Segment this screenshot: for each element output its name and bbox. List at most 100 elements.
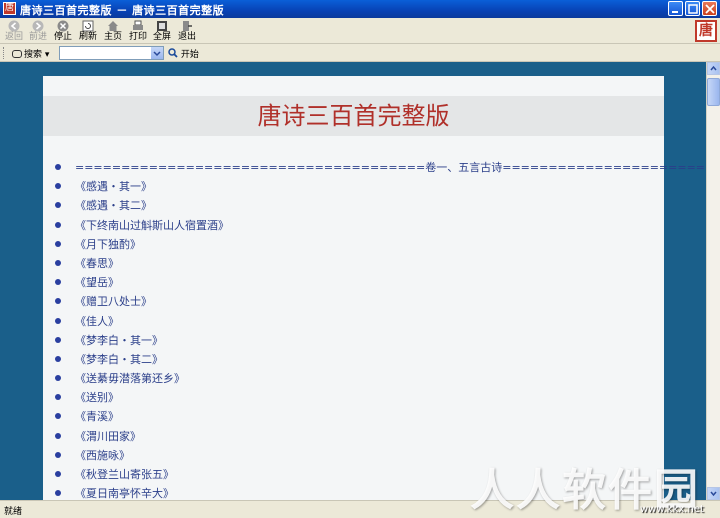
maximize-button[interactable] (685, 1, 700, 16)
minimize-button[interactable] (668, 1, 683, 16)
close-icon (705, 4, 715, 14)
poem-link[interactable]: 《感遇・其二》 (55, 196, 706, 215)
forward-button[interactable]: 前进 (26, 19, 50, 43)
content-area: 唐诗三百首完整版 ===============================… (0, 62, 706, 500)
poem-link[interactable]: 《赠卫八处士》 (55, 292, 706, 311)
binoculars-icon (12, 50, 22, 58)
poem-link[interactable]: 《下终南山过斛斯山人宿置酒》 (55, 216, 706, 235)
home-button[interactable]: 主页 (101, 19, 125, 43)
poem-link[interactable]: 《青溪》 (55, 407, 706, 426)
bullet-icon (55, 336, 61, 343)
poem-link[interactable]: 《望岳》 (55, 273, 706, 292)
scroll-thumb[interactable] (707, 78, 720, 106)
refresh-icon (82, 20, 94, 32)
back-arrow-icon (8, 20, 20, 32)
poem-link[interactable]: 《感遇・其一》 (55, 177, 706, 196)
search-input[interactable] (59, 46, 164, 60)
bullet-icon (55, 164, 61, 170)
bullet-icon (55, 471, 61, 477)
poem-link[interactable]: 《佳人》 (55, 312, 706, 331)
poem-title[interactable]: 《夏日南亭怀辛大》 (75, 487, 174, 500)
bullet-icon (55, 183, 61, 190)
poem-title[interactable]: 《渭川田家》 (75, 430, 141, 443)
section-header: ======================================卷一… (55, 158, 706, 177)
poem-link[interactable]: 《送綦毋潜落第还乡》 (55, 369, 706, 388)
poem-title[interactable]: 《赠卫八处士》 (75, 295, 152, 308)
bullet-icon (55, 413, 61, 420)
poem-title[interactable]: 《感遇・其二》 (75, 199, 152, 212)
page-title: 唐诗三百首完整版 (257, 102, 450, 130)
toolbar: 返回 前进 停止 刷新 主页 打印 全屏 退出 唐 (0, 18, 720, 44)
document-page: 唐诗三百首完整版 ===============================… (43, 76, 706, 500)
back-button[interactable]: 返回 (2, 19, 26, 43)
poem-title[interactable]: 《秋登兰山寄张五》 (75, 468, 174, 481)
search-icon (168, 48, 178, 58)
bullet-icon (55, 221, 61, 228)
bullet-icon (55, 259, 61, 266)
search-go-button[interactable]: 开始 (168, 47, 199, 60)
bullet-icon (55, 432, 61, 439)
poem-link[interactable]: 《月下独酌》 (55, 235, 706, 254)
fullscreen-button[interactable]: 全屏 (150, 19, 174, 43)
poem-link[interactable]: 《梦李白・其二》 (55, 350, 706, 369)
bullet-icon (55, 202, 61, 209)
status-text: 就绪 (4, 507, 23, 517)
print-icon (133, 20, 143, 30)
chevron-up-icon (710, 65, 717, 71)
poem-title[interactable]: 《送綦毋潜落第还乡》 (75, 372, 185, 385)
poem-title[interactable]: 《送别》 (75, 391, 119, 404)
home-icon (108, 21, 118, 31)
poem-title[interactable]: 《月下独酌》 (75, 238, 141, 251)
poem-link[interactable]: 《春思》 (55, 254, 706, 273)
minimize-icon (672, 11, 678, 13)
stop-label: 停止 (53, 32, 72, 42)
search-bar: 搜索 ▾ 开始 (0, 45, 720, 62)
bullet-icon (55, 355, 61, 362)
poem-link[interactable]: 《梦李白・其一》 (55, 331, 706, 350)
chevron-down-icon (710, 491, 717, 497)
search-go-label: 开始 (180, 50, 199, 60)
exit-icon (183, 21, 192, 31)
chevron-down-icon[interactable] (151, 47, 163, 59)
poem-title[interactable]: 《梦李白・其一》 (75, 334, 163, 347)
brand-logo: 唐 (695, 20, 717, 42)
search-label: 搜索 (24, 50, 43, 60)
toolbar-grip[interactable] (3, 47, 5, 59)
bullet-icon (55, 490, 61, 497)
poem-link[interactable]: 《送别》 (55, 388, 706, 407)
poem-title[interactable]: 《西施咏》 (75, 449, 130, 462)
refresh-button[interactable]: 刷新 (76, 19, 100, 43)
poem-title[interactable]: 《望岳》 (75, 276, 119, 289)
poem-title[interactable]: 《梦李白・其二》 (75, 353, 163, 366)
fullscreen-label: 全屏 (152, 32, 171, 42)
print-button[interactable]: 打印 (126, 19, 150, 43)
bullet-icon (55, 240, 61, 247)
bullet-icon (55, 451, 61, 458)
search-dropdown-button[interactable]: 搜索 ▾ (12, 47, 49, 60)
exit-label: 退出 (177, 32, 196, 42)
poem-title[interactable]: 《青溪》 (75, 410, 119, 423)
refresh-label: 刷新 (78, 32, 97, 42)
poem-title[interactable]: 《春思》 (75, 257, 119, 270)
maximize-icon (688, 4, 698, 14)
fullscreen-icon (157, 21, 167, 31)
scroll-down-button[interactable] (707, 487, 720, 500)
bullet-icon (55, 298, 61, 305)
page-header: 唐诗三百首完整版 (43, 96, 664, 136)
bullet-icon (55, 375, 61, 382)
stop-button[interactable]: 停止 (51, 19, 75, 43)
back-label: 返回 (4, 32, 23, 42)
title-bar[interactable]: 唐 唐诗三百首完整版 － 唐诗三百首完整版 (0, 0, 720, 18)
poem-title[interactable]: 《下终南山过斛斯山人宿置酒》 (75, 219, 229, 232)
bullet-icon (55, 279, 61, 286)
close-button[interactable] (702, 1, 717, 16)
forward-label: 前进 (28, 32, 47, 42)
bullet-icon (55, 317, 61, 324)
vertical-scrollbar[interactable] (706, 62, 720, 500)
scroll-up-button[interactable] (707, 62, 720, 75)
poem-title[interactable]: 《佳人》 (75, 315, 119, 328)
poem-title[interactable]: 《感遇・其一》 (75, 180, 152, 193)
exit-button[interactable]: 退出 (175, 19, 199, 43)
home-label: 主页 (103, 32, 122, 42)
poem-link[interactable]: 《渭川田家》 (55, 427, 706, 446)
